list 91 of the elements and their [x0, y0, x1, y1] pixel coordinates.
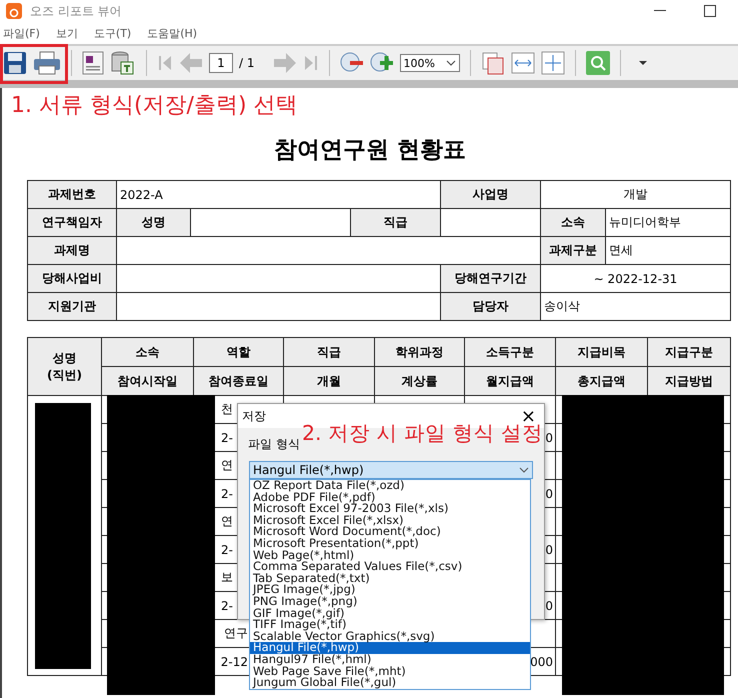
header-cell: 계상률 — [374, 366, 464, 396]
window-title: 오즈 리포트 뷰어 — [30, 2, 122, 20]
format-option[interactable]: Jungum Global File(*,gul) — [250, 677, 530, 689]
format-option[interactable]: JPEG Image(*,jpg) — [250, 584, 530, 596]
table-cell: 0 — [545, 486, 553, 500]
header-cell: 지급비목 — [556, 338, 648, 366]
minimize-icon[interactable] — [654, 10, 666, 12]
format-option[interactable]: Microsoft Word Document(*,doc) — [250, 526, 530, 538]
header-cell: 참여시작일 — [102, 366, 194, 396]
format-option[interactable]: Tab Separated(*,txt) — [250, 572, 530, 584]
table-cell: 2- — [221, 598, 233, 612]
label-cell: 당해사업비 — [28, 264, 116, 292]
table-cell: 2-12 — [220, 654, 248, 668]
table-cell: 0 — [545, 430, 553, 444]
table-cell: 송이삭 — [540, 292, 730, 320]
menu-item[interactable]: 도움말(H) — [147, 26, 198, 40]
header-cell: 총지급액 — [556, 366, 648, 396]
format-option[interactable]: Adobe PDF File(*,pdf) — [250, 492, 530, 504]
format-option[interactable]: Web Page(*,html) — [250, 550, 530, 562]
menu-item[interactable]: 도구(T) — [94, 26, 132, 40]
table-cell: 개발 — [540, 180, 730, 208]
format-option[interactable]: Microsoft Excel File(*,xlsx) — [250, 514, 530, 526]
label-cell: 담당자 — [440, 292, 540, 320]
label-cell: 사업명 — [440, 180, 540, 208]
search-icon[interactable] — [586, 51, 610, 75]
page-total: / 1 — [239, 56, 254, 70]
label-cell: 연구책임자 — [28, 208, 116, 236]
header-cell: 학위과정 — [374, 338, 464, 366]
header-cell: 소득구분 — [464, 338, 556, 366]
header-cell: 참여종료일 — [194, 366, 284, 396]
header-cell: 직급 — [284, 338, 374, 366]
label-cell: 소속 — [540, 208, 606, 236]
caret-icon[interactable] — [638, 61, 646, 65]
label-cell: 직급 — [350, 208, 440, 236]
dialog-title: 저장 — [242, 408, 266, 424]
header-cell: 역할 — [194, 338, 284, 366]
format-option[interactable]: Microsoft Excel 97-2003 File(*,xls) — [250, 503, 530, 515]
table-cell: 뉴미디어학부 — [606, 208, 730, 236]
save-icon[interactable] — [3, 51, 27, 75]
table-cell: ~ 2022-12-31 — [540, 264, 730, 292]
chevron-icon — [519, 467, 529, 473]
header-cell: 성명 (직번) — [28, 338, 102, 396]
label-cell: 당해연구기간 — [440, 264, 540, 292]
label-cell: 성명 — [116, 208, 190, 236]
header-cell: 소속 — [102, 338, 194, 366]
table-cell: 연 — [221, 458, 233, 472]
format-option[interactable]: PNG Image(*,png) — [250, 596, 530, 608]
menu-item[interactable]: 보기 — [56, 26, 78, 40]
table-cell: 보 — [221, 570, 233, 584]
format-option[interactable]: Scalable Vector Graphics(*,svg) — [250, 630, 530, 642]
header-cell: 월지급액 — [464, 366, 556, 396]
maximize-icon[interactable] — [704, 5, 716, 17]
annotation-text: 1. 서류 형식(저장/출력) 선택 — [10, 92, 299, 120]
database-icon[interactable] — [110, 50, 136, 76]
header-cell: 개월 — [284, 366, 374, 396]
label-cell: 과제명 — [28, 236, 116, 264]
table-cell: 0 — [545, 542, 553, 556]
format-dropdown[interactable]: Hangul File(*,hwp) — [249, 461, 533, 479]
highlight-frame — [0, 44, 68, 84]
report-title: 참여연구원 현황표 — [272, 135, 467, 165]
table-cell: 면세 — [606, 236, 730, 264]
page-number-field[interactable]: 1 — [209, 53, 233, 73]
format-label: 파일 형식 — [248, 436, 300, 453]
format-option[interactable]: Hangul File(*,hwp) — [250, 642, 530, 654]
table-cell: 연 — [221, 514, 233, 528]
fit-width-icon[interactable] — [510, 51, 534, 75]
chevron-icon — [446, 60, 456, 66]
format-option[interactable]: TIFF Image(*,tif) — [250, 619, 530, 631]
table-cell: 0 — [545, 598, 553, 612]
table-cell: 000 — [530, 654, 553, 668]
label-cell: 지원기관 — [28, 292, 116, 320]
format-option[interactable]: GIF Image(*,gif) — [250, 608, 530, 620]
table-cell: 2022-A — [116, 180, 440, 208]
print-icon[interactable] — [33, 51, 61, 75]
format-option[interactable]: Comma Separated Values File(*,csv) — [250, 561, 530, 573]
table-cell: 2- — [221, 486, 233, 500]
table-cell: 연구 — [224, 626, 248, 640]
label-cell: 과제번호 — [28, 180, 116, 208]
header-cell: 지급방법 — [648, 366, 730, 396]
label-cell: 과제구분 — [540, 236, 606, 264]
table-cell: 2- — [221, 542, 233, 556]
zoom-select[interactable]: 100% — [400, 54, 460, 72]
format-option[interactable]: OZ Report Data File(*,ozd) — [250, 480, 530, 492]
app-icon — [6, 3, 22, 19]
menu-item[interactable]: 파일(F) — [3, 26, 40, 40]
table-cell: 천 — [221, 402, 233, 416]
format-option[interactable]: Microsoft Presentation(*,ppt) — [250, 538, 530, 550]
format-option[interactable]: Web Page Save File(*,mht) — [250, 666, 530, 678]
format-option[interactable]: Hangul97 File(*,hml) — [250, 654, 530, 666]
header-cell: 지급구분 — [648, 338, 730, 366]
table-cell: 2- — [221, 430, 233, 444]
